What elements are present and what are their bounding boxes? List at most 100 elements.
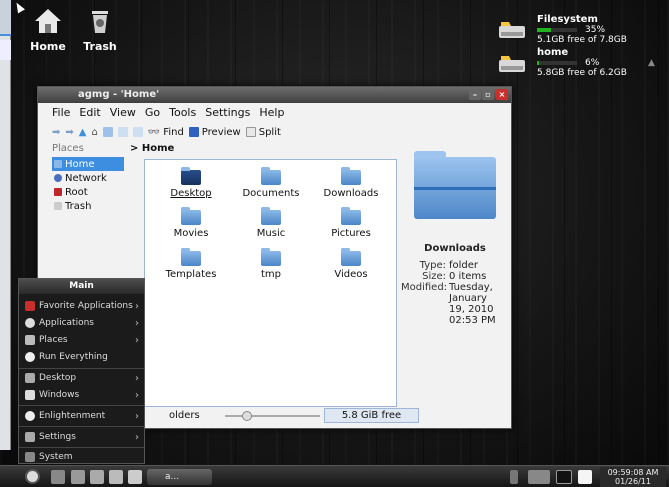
up-icon[interactable]: ▲: [79, 127, 87, 138]
menu-item-system[interactable]: System: [19, 449, 144, 465]
info-panel: Downloads Type: folder Size: 0 items Modif…: [401, 147, 509, 326]
info-type-label: Type:: [419, 260, 446, 271]
place-root[interactable]: Root: [52, 185, 137, 199]
close-button[interactable]: ×: [496, 89, 508, 100]
tools-icon[interactable]: [71, 470, 85, 484]
desktop-tools-icon: [25, 373, 35, 383]
menu-edit[interactable]: Edit: [79, 106, 100, 122]
pager-icon[interactable]: [51, 470, 65, 484]
menu-separator: [19, 426, 144, 427]
eject-icon[interactable]: ▲: [648, 58, 655, 68]
window-list-icon[interactable]: [90, 470, 104, 484]
file-item[interactable]: tmp: [231, 248, 311, 280]
icon-view-icon[interactable]: [102, 127, 113, 137]
edge-panel-item: [0, 40, 11, 60]
menu-file[interactable]: File: [52, 106, 70, 122]
menu-settings[interactable]: Settings: [205, 106, 250, 122]
split-button[interactable]: Split: [245, 127, 281, 138]
free-space-indicator: 5.8 GiB free: [324, 408, 419, 423]
menu-separator: [19, 368, 144, 369]
binoculars-icon: 👓: [147, 126, 161, 138]
menu-item-applications[interactable]: Applications ›: [19, 315, 144, 331]
menu-item-places[interactable]: Places ›: [19, 332, 144, 348]
large-folder-icon: [414, 151, 496, 219]
back-icon[interactable]: ➡: [52, 127, 60, 138]
info-name: Downloads: [424, 243, 486, 254]
menu-item-settings[interactable]: Settings ›: [19, 429, 144, 445]
compact-view-icon[interactable]: [117, 127, 128, 137]
left-edge-panel: [0, 0, 11, 450]
menu-view[interactable]: View: [110, 106, 136, 122]
preview-button[interactable]: Preview: [188, 127, 241, 138]
disk-name: Filesystem: [537, 14, 598, 25]
toolbar: ➡ ➡ ▲ ⌂ 👓 Find Preview Split: [52, 123, 281, 141]
drive-icon: [497, 18, 531, 40]
info-size: 0 items: [449, 271, 487, 282]
folder-icon: [341, 248, 361, 266]
minimize-button[interactable]: –: [469, 89, 481, 100]
applications-icon: [25, 318, 35, 328]
task-button[interactable]: a...: [147, 469, 212, 485]
start-button-icon[interactable]: [25, 469, 40, 484]
menu-item-desktop[interactable]: Desktop ›: [19, 370, 144, 386]
zoom-slider[interactable]: [225, 415, 320, 417]
window-titlebar[interactable]: agmg - 'Home': [38, 87, 511, 103]
desktop-icon-label: Trash: [83, 40, 117, 53]
place-network[interactable]: Network: [52, 171, 137, 185]
place-home[interactable]: Home: [52, 157, 124, 171]
disk-usage-bar: [537, 28, 577, 32]
detail-view-icon[interactable]: [132, 127, 143, 137]
file-item[interactable]: Downloads: [311, 167, 391, 199]
menu-separator: [19, 447, 144, 448]
heart-icon: [25, 301, 35, 311]
desktop-icon-trash[interactable]: Trash: [68, 6, 132, 53]
home-nav-icon[interactable]: ⌂: [91, 127, 97, 138]
menu-item-enlightenment[interactable]: Enlightenment ›: [19, 408, 144, 424]
menu-item-run-everything[interactable]: Run Everything: [19, 349, 144, 365]
split-icon: [245, 127, 256, 137]
drive-icon: [497, 52, 531, 74]
menu-help[interactable]: Help: [259, 106, 284, 122]
zoom-slider-handle[interactable]: [242, 411, 252, 421]
drive-tray-icon[interactable]: [528, 470, 550, 484]
info-modified: Tuesday, January 19, 2010 02:53 PM: [449, 282, 496, 326]
disk-percent: 35%: [585, 25, 606, 35]
edge-panel-top: [0, 0, 11, 36]
window-title: agmg - 'Home': [78, 89, 160, 100]
file-item[interactable]: Documents: [231, 167, 311, 199]
file-item[interactable]: Desktop: [151, 167, 231, 199]
system-icon: [25, 452, 35, 462]
preview-icon: [188, 127, 199, 137]
menu-separator: [19, 405, 144, 406]
places-icon: [25, 335, 35, 345]
desktop-preview-icon[interactable]: [556, 470, 572, 484]
folder-icon: [181, 207, 201, 225]
folder-icon: [261, 167, 281, 185]
menu-item-windows[interactable]: Windows ›: [19, 387, 144, 403]
file-item[interactable]: Pictures: [311, 207, 391, 239]
clock-time: 09:59:08 AM: [607, 468, 659, 477]
status-text: olders: [169, 410, 200, 421]
disk-home: home 6% 5.8GB free of 6.2GB: [537, 48, 632, 78]
home-icon: [33, 6, 63, 36]
disk-free: 5.1GB free of 7.8GB: [537, 35, 627, 45]
info-size-label: Size:: [422, 271, 446, 282]
file-item[interactable]: Videos: [311, 248, 391, 280]
blank-desktop-icon[interactable]: [578, 470, 592, 484]
menu-tools[interactable]: Tools: [169, 106, 196, 122]
menu-go[interactable]: Go: [145, 106, 160, 122]
file-item[interactable]: Templates: [151, 248, 231, 280]
maximize-button[interactable]: ▫: [482, 89, 494, 100]
file-item[interactable]: Music: [231, 207, 311, 239]
file-item[interactable]: Movies: [151, 207, 231, 239]
find-button[interactable]: 👓 Find: [148, 127, 184, 138]
places-tray-icon[interactable]: [109, 470, 123, 484]
place-trash[interactable]: Trash: [52, 199, 137, 213]
settings-tray-icon[interactable]: [128, 470, 142, 484]
info-type: folder: [449, 260, 479, 271]
clock[interactable]: 09:59:08 AM 01/26/11: [600, 467, 666, 487]
forward-icon[interactable]: ➡: [65, 127, 73, 138]
taskbar: a... 09:59:08 AM 01/26/11: [0, 465, 669, 487]
path-bar[interactable]: > Home: [130, 143, 174, 154]
menu-item-favorite-applications[interactable]: Favorite Applications ›: [19, 298, 144, 314]
